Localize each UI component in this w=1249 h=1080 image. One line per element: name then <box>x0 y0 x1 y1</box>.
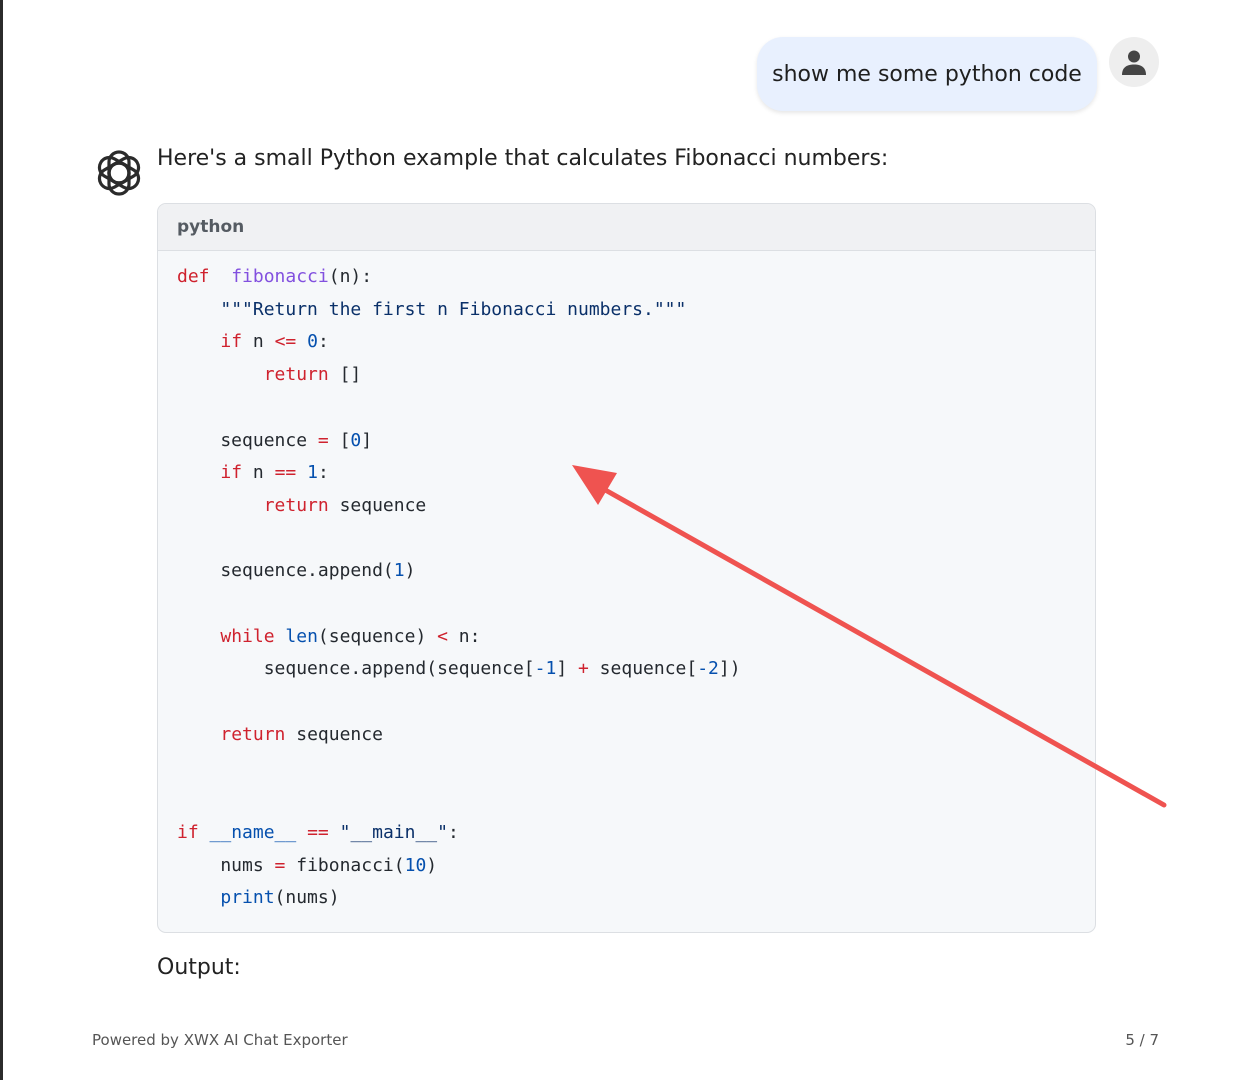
user-message-text: show me some python code <box>772 61 1082 87</box>
code-language-label: python <box>177 217 245 237</box>
footer-powered-by: Powered by XWX AI Chat Exporter <box>92 1031 348 1049</box>
person-icon <box>1122 50 1146 75</box>
code-content[interactable]: def fibonacci(n): """Return the first n … <box>158 251 1095 915</box>
code-line: return [] <box>263 364 362 386</box>
code-line: return sequence <box>263 494 427 516</box>
code-line: while len(sequence) < n: <box>220 625 481 647</box>
page-left-edge <box>0 0 3 1080</box>
code-language-header: python <box>158 204 1095 251</box>
user-avatar <box>1109 37 1159 87</box>
code-line: nums = fibonacci(10) <box>177 854 438 876</box>
code-block: python def fibonacci(n): """Return the f… <box>157 203 1096 933</box>
page-indicator: 5 / 7 <box>1125 1031 1159 1049</box>
code-line: """Return the first n Fibonacci numbers.… <box>220 298 687 320</box>
openai-logo-icon <box>97 150 141 196</box>
code-line: if n <= 0: <box>220 331 329 353</box>
code-line: sequence.append(sequence[-1] + sequence[… <box>177 658 741 680</box>
code-line: print(nums) <box>220 887 340 909</box>
code-line: sequence = [0] <box>177 429 373 451</box>
assistant-intro-text: Here's a small Python example that calcu… <box>157 146 889 171</box>
output-label: Output: <box>157 955 241 980</box>
user-message-bubble: show me some python code <box>757 37 1097 111</box>
code-line: if n == 1: <box>220 462 329 484</box>
code-line: def fibonacci(n): <box>177 266 373 287</box>
code-line: sequence.append(1) <box>177 560 416 582</box>
code-line: if __name__ == "__main__": <box>177 821 459 843</box>
code-line: return sequence <box>220 723 383 745</box>
